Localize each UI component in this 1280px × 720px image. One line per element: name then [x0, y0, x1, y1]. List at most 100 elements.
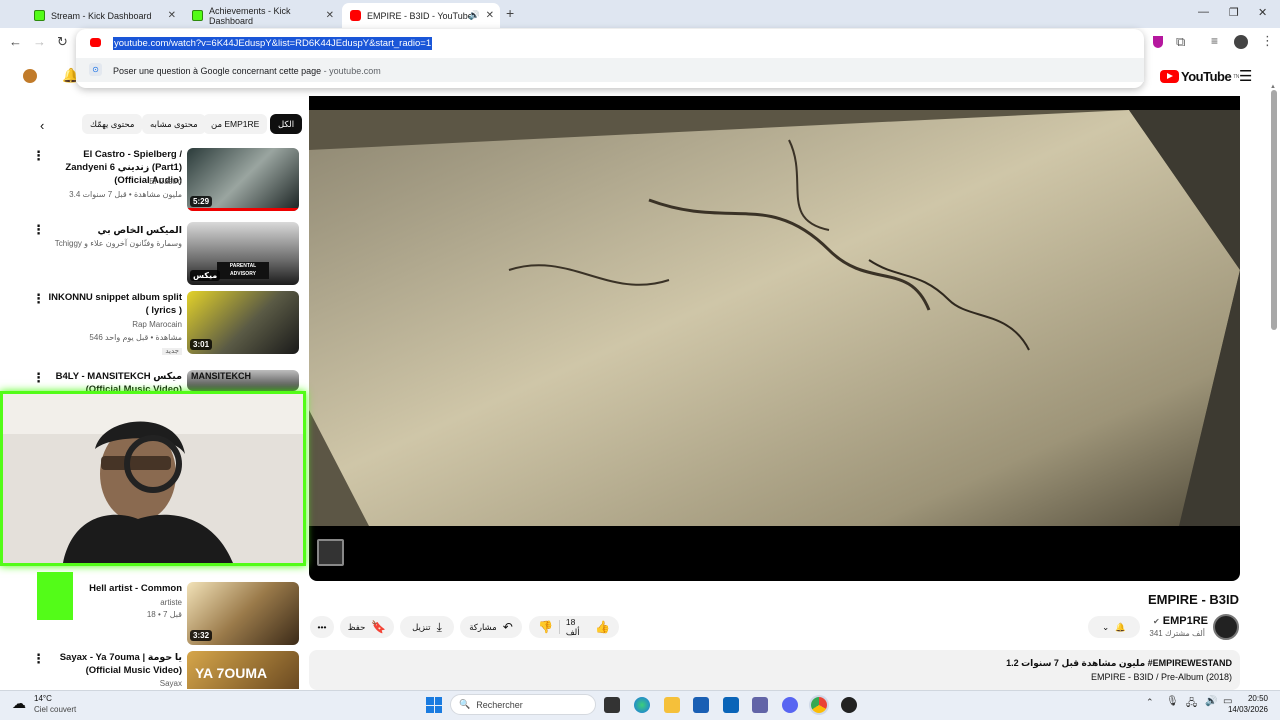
subscribed-bell-button[interactable]: ⌄ 🔔 — [1088, 616, 1140, 638]
kick-logo-overlay — [37, 572, 73, 620]
more-actions-button[interactable]: ••• — [310, 616, 334, 638]
profile-avatar[interactable] — [1234, 35, 1248, 49]
channel-avatar[interactable] — [1213, 614, 1239, 640]
suggestion-text: Poser une question à Google concernant c… — [113, 66, 322, 76]
shield-extension-icon[interactable] — [1153, 36, 1163, 48]
youtube-icon — [350, 10, 361, 21]
item-title[interactable]: الميكس الخاص بي — [44, 224, 183, 237]
chip-all[interactable]: الكل — [270, 114, 303, 134]
chip-for-you[interactable]: محتوى يهمّك — [82, 114, 143, 134]
channel-watermark[interactable] — [317, 539, 344, 566]
hamburger-menu-icon[interactable]: ☰ — [1239, 67, 1252, 85]
video-title: EMPIRE - B3ID — [1147, 592, 1239, 607]
thumbnail[interactable]: YA 7OUMA — [187, 651, 299, 689]
store-icon[interactable] — [693, 697, 709, 713]
weather-cloud-icon[interactable]: ☁ — [12, 695, 26, 712]
youtube-logo[interactable]: YouTube TN — [1160, 69, 1239, 84]
back-icon[interactable]: ← — [9, 34, 22, 49]
item-title[interactable]: INKONNU snippet album split ( lyrics ) — [44, 291, 182, 317]
tab-achievements-kick[interactable]: Achievements - Kick Dashboard ✕ — [184, 3, 340, 28]
download-button[interactable]: تنزيل ⤓ — [400, 616, 454, 638]
tab-title: Achievements - Kick Dashboard — [209, 5, 291, 26]
list-item[interactable]: ⋮ El Castro - Spielberg / Zandyeni 6 زند… — [30, 148, 300, 213]
chip-from-channel[interactable]: من EMP1RE — [203, 114, 268, 134]
thumbnail-text: YA 7OUMA — [195, 665, 268, 681]
thumbnail[interactable]: 3:32 — [187, 582, 299, 645]
edge-browser-icon[interactable] — [634, 697, 650, 713]
chips-scroll-left-icon[interactable]: ‹ — [40, 118, 44, 133]
reload-icon[interactable]: ↻ — [57, 34, 68, 50]
like-count[interactable]: 18 ألف — [566, 617, 589, 638]
clock-time[interactable]: 20:50 — [1236, 694, 1268, 703]
task-view-icon[interactable] — [604, 697, 620, 713]
menu-kebab-icon[interactable]: ⋮ — [1261, 33, 1274, 49]
save-button[interactable]: حفظ 🔖 — [340, 616, 394, 638]
share-button[interactable]: مشاركة ↶ — [460, 616, 522, 638]
extensions-puzzle-icon[interactable]: ⧉ — [1176, 34, 1185, 50]
chevron-down-icon: ⌄ — [1102, 621, 1110, 632]
tab-youtube[interactable]: EMPIRE - B3ID - YouTube 🔊 ✕ — [342, 3, 500, 28]
taskbar-search-box[interactable]: 🔍 Rechercher — [450, 694, 596, 715]
thumbnail[interactable]: PARENTAL ADVISORY ميكس — [187, 222, 299, 285]
minimize-icon[interactable]: — — [1198, 6, 1209, 18]
list-item[interactable]: ⋮ INKONNU snippet album split ( lyrics )… — [30, 291, 300, 356]
duration-badge: 3:32 — [190, 630, 213, 641]
network-icon[interactable]: 🖧 — [1186, 696, 1197, 713]
video-player[interactable] — [309, 96, 1240, 581]
clock-date[interactable]: 14/03/2026 — [1220, 705, 1268, 714]
item-channel[interactable]: Sayax — [44, 678, 182, 690]
item-channel[interactable]: El Castro — [44, 176, 182, 188]
outlook-icon[interactable] — [723, 697, 739, 713]
kick-icon — [192, 10, 203, 21]
discord-icon[interactable] — [782, 697, 798, 713]
new-tab-button[interactable]: + — [506, 5, 514, 21]
item-meta: 3.4 مليون مشاهدة • قبل 7 سنوات — [69, 190, 182, 199]
item-title[interactable]: Sayax - Ya 7ouma | يا حومة (Official Mus… — [44, 651, 182, 677]
tab-stream-kick[interactable]: Stream - Kick Dashboard ✕ — [26, 3, 182, 28]
item-channel[interactable]: Tchiggy وسمارة وفنّانون آخرون علاء و — [44, 238, 182, 250]
thumbnail[interactable]: MANSITEKCH — [187, 370, 299, 391]
parental-advisory-logo: PARENTAL ADVISORY — [217, 262, 269, 279]
thumbnail[interactable]: 3:01 — [187, 291, 299, 354]
item-meta: 546 مشاهدة • قبل يوم واحد — [89, 333, 182, 342]
like-dislike-group: 👎 18 ألف 👍 — [529, 616, 619, 638]
list-item[interactable]: ⋮ الميكس الخاص بي Tchiggy وسمارة وفنّانو… — [30, 222, 300, 287]
description-box[interactable]: 1.2 مليون مشاهدة قبل 7 سنوات #EMPIREWEST… — [309, 650, 1240, 690]
video-frame[interactable] — [309, 110, 1240, 526]
duration-badge: 5:29 — [190, 196, 213, 207]
logo-text: YouTube — [1181, 69, 1232, 84]
close-window-icon[interactable]: ✕ — [1258, 6, 1267, 19]
microphone-icon[interactable]: 🎙 — [1166, 696, 1179, 707]
channel-extension-icon[interactable] — [23, 69, 37, 83]
file-explorer-icon[interactable] — [664, 697, 680, 713]
weather-desc[interactable]: Ciel couvert — [34, 705, 76, 714]
teams-icon[interactable] — [752, 697, 768, 713]
youtube-icon — [90, 38, 101, 47]
windows-start-icon[interactable] — [426, 697, 442, 713]
obs-icon[interactable] — [841, 697, 857, 713]
media-queue-icon[interactable]: ≡ — [1211, 34, 1218, 48]
close-icon[interactable]: ✕ — [486, 10, 494, 21]
thumbnail[interactable]: 5:29 — [187, 148, 299, 211]
chrome-icon[interactable] — [811, 697, 827, 713]
forward-icon[interactable]: → — [33, 34, 46, 49]
list-item[interactable]: ⋮ Sayax - Ya 7ouma | يا حومة (Official M… — [30, 651, 300, 689]
volume-icon[interactable]: 🔊 — [1205, 696, 1217, 707]
speaker-icon[interactable]: 🔊 — [469, 10, 480, 21]
like-icon[interactable]: 👍 — [595, 620, 610, 634]
omnibox-url-input[interactable]: youtube.com/watch?v=6K44JEduspY&list=RD6… — [113, 37, 433, 50]
omnibox-suggestion[interactable]: Poser une question à Google concernant c… — [113, 66, 381, 76]
weather-temp[interactable]: 14°C — [34, 694, 52, 703]
restore-icon[interactable]: ❐ — [1229, 6, 1239, 19]
chip-related[interactable]: محتوى مشابه — [142, 114, 206, 134]
dislike-icon[interactable]: 👎 — [538, 620, 553, 634]
page-scrollbar[interactable]: ▲ — [1270, 84, 1278, 689]
tray-chevron-up-icon[interactable]: ⌃ — [1146, 697, 1154, 708]
close-icon[interactable]: ✕ — [168, 10, 176, 21]
bookmark-icon: 🔖 — [371, 620, 387, 634]
list-item[interactable]: ⋮ B4LY - MANSITEKCH ميكس (Official Music… — [30, 370, 300, 395]
duration-badge: ميكس — [190, 270, 221, 281]
video-frame-art — [309, 110, 1240, 526]
item-channel[interactable]: Rap Marocain — [44, 319, 182, 331]
close-icon[interactable]: ✕ — [326, 10, 334, 21]
